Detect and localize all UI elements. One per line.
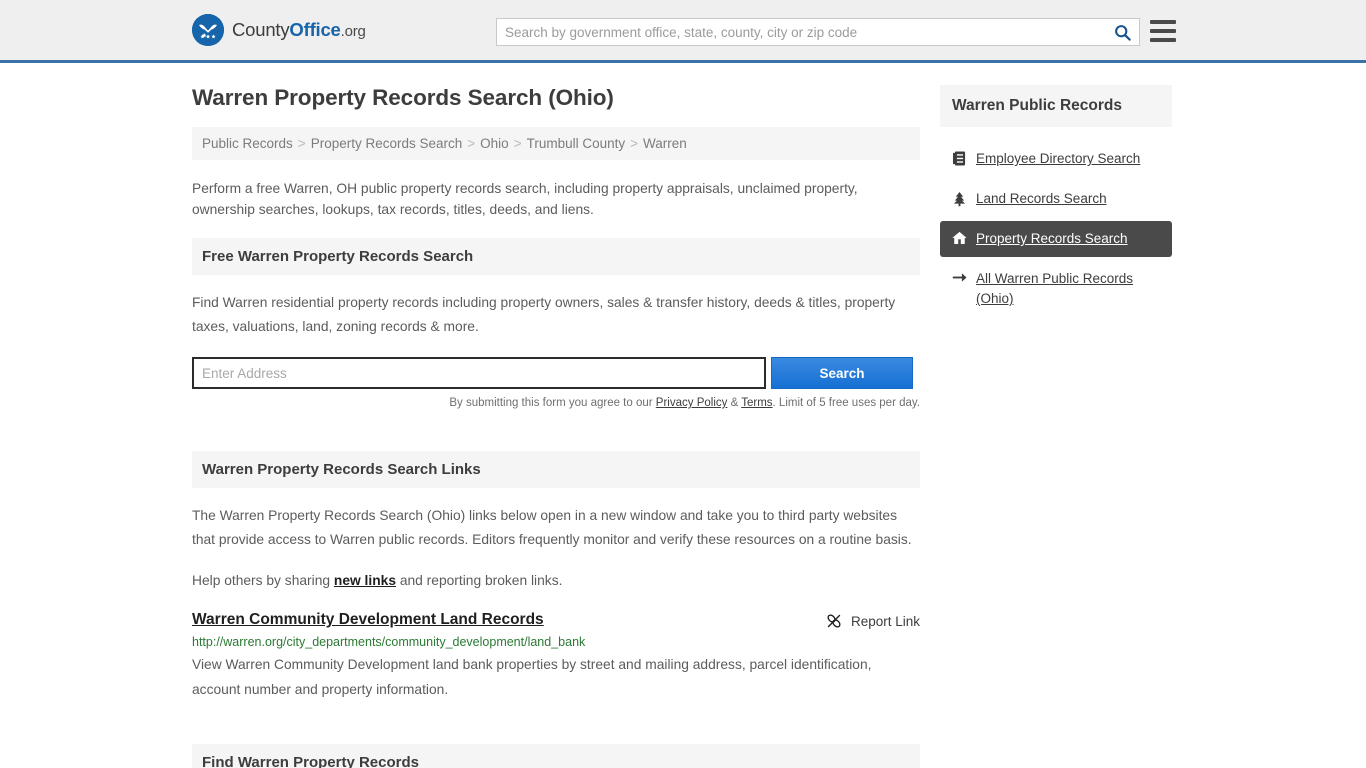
- link-result-url: http://warren.org/city_departments/commu…: [192, 635, 586, 649]
- link-result-title[interactable]: Warren Community Development Land Record…: [192, 611, 544, 629]
- hamburger-bar: [1150, 29, 1176, 33]
- share-suffix: and reporting broken links.: [396, 573, 563, 588]
- address-book-icon: [951, 151, 967, 166]
- sidebar-item-label: Land Records Search: [976, 191, 1107, 206]
- links-section-paragraph: The Warren Property Records Search (Ohio…: [192, 508, 912, 547]
- global-search-input[interactable]: [497, 19, 1105, 45]
- logo-text-office: Office: [289, 19, 341, 40]
- breadcrumb: Public Records > Property Records Search > O…: [192, 127, 920, 160]
- breadcrumb-item-trumbull-county[interactable]: Trumbull County: [527, 136, 626, 151]
- sidebar-item-land-records-search[interactable]: Land Records Search: [940, 181, 1172, 217]
- disclaimer-amp: &: [727, 397, 742, 409]
- sidebar-item-label: Property Records Search: [976, 231, 1128, 246]
- disclaimer-prefix: By submitting this form you agree to our: [449, 397, 656, 409]
- eagle-stars-seal-icon: [192, 14, 224, 46]
- form-disclaimer: By submitting this form you agree to our…: [192, 397, 920, 409]
- disclaimer-suffix: . Limit of 5 free uses per day.: [772, 397, 920, 409]
- report-link-button[interactable]: Report Link: [825, 612, 920, 630]
- breadcrumb-separator: >: [630, 136, 639, 151]
- share-prefix: Help others by sharing: [192, 573, 334, 588]
- site-logo-text: CountyOffice.org: [232, 19, 366, 41]
- address-input[interactable]: [192, 357, 766, 389]
- global-search-button[interactable]: [1105, 19, 1139, 45]
- hamburger-bar: [1150, 38, 1176, 42]
- breadcrumb-item-property-records-search[interactable]: Property Records Search: [311, 136, 463, 151]
- privacy-policy-link[interactable]: Privacy Policy: [656, 397, 728, 409]
- sidebar-heading: Warren Public Records: [940, 85, 1172, 127]
- links-section-heading: Warren Property Records Search Links: [192, 451, 920, 488]
- hamburger-menu-icon[interactable]: [1150, 20, 1176, 42]
- site-header: CountyOffice.org: [0, 0, 1366, 63]
- sidebar-item-employee-directory-search[interactable]: Employee Directory Search: [940, 141, 1172, 177]
- sidebar-item-label: Employee Directory Search: [976, 151, 1141, 166]
- logo-text-org: .org: [340, 23, 366, 40]
- address-search-button[interactable]: Search: [771, 357, 913, 389]
- page-intro-text: Perform a free Warren, OH public propert…: [192, 181, 858, 217]
- site-logo[interactable]: CountyOffice.org: [192, 14, 366, 46]
- logo-text-county: County: [232, 19, 290, 40]
- breadcrumb-separator: >: [297, 136, 306, 151]
- address-search-form: Search: [192, 357, 920, 389]
- new-links-link[interactable]: new links: [334, 573, 396, 588]
- sidebar-item-label: All Warren Public Records (Ohio): [976, 271, 1134, 306]
- page-body: Warren Property Records Search (Ohio) Pu…: [0, 63, 1366, 768]
- report-link-label: Report Link: [850, 613, 920, 629]
- find-section-heading: Find Warren Property Records: [192, 744, 920, 768]
- breadcrumb-item-ohio[interactable]: Ohio: [480, 136, 509, 151]
- link-result-item: Warren Community Development Land Record…: [192, 611, 920, 702]
- breadcrumb-item-public-records[interactable]: Public Records: [202, 136, 293, 151]
- global-search-box[interactable]: [496, 18, 1140, 46]
- sidebar-item-all-warren-public-records[interactable]: All Warren Public Records (Ohio): [940, 261, 1172, 317]
- breadcrumb-separator: >: [513, 136, 522, 151]
- free-search-description: Find Warren residential property records…: [192, 295, 896, 334]
- sidebar-item-property-records-search[interactable]: Property Records Search: [940, 221, 1172, 257]
- breadcrumb-item-warren[interactable]: Warren: [643, 136, 687, 151]
- page-title: Warren Property Records Search (Ohio): [192, 85, 614, 110]
- link-result-description: View Warren Community Development land b…: [192, 657, 872, 697]
- share-links-text: Help others by sharing new links and rep…: [192, 570, 920, 591]
- broken-link-icon: [827, 614, 841, 628]
- search-icon: [1114, 24, 1131, 41]
- main-content: Warren Property Records Search (Ohio) Pu…: [192, 85, 920, 768]
- home-icon: [951, 231, 967, 245]
- tree-icon: [951, 191, 967, 207]
- sidebar: Warren Public Records Employee Directory…: [940, 85, 1172, 768]
- terms-link[interactable]: Terms: [741, 397, 772, 409]
- breadcrumb-separator: >: [467, 136, 476, 151]
- free-search-heading: Free Warren Property Records Search: [192, 238, 920, 275]
- arrow-right-icon: [951, 271, 967, 284]
- hamburger-bar: [1150, 20, 1176, 24]
